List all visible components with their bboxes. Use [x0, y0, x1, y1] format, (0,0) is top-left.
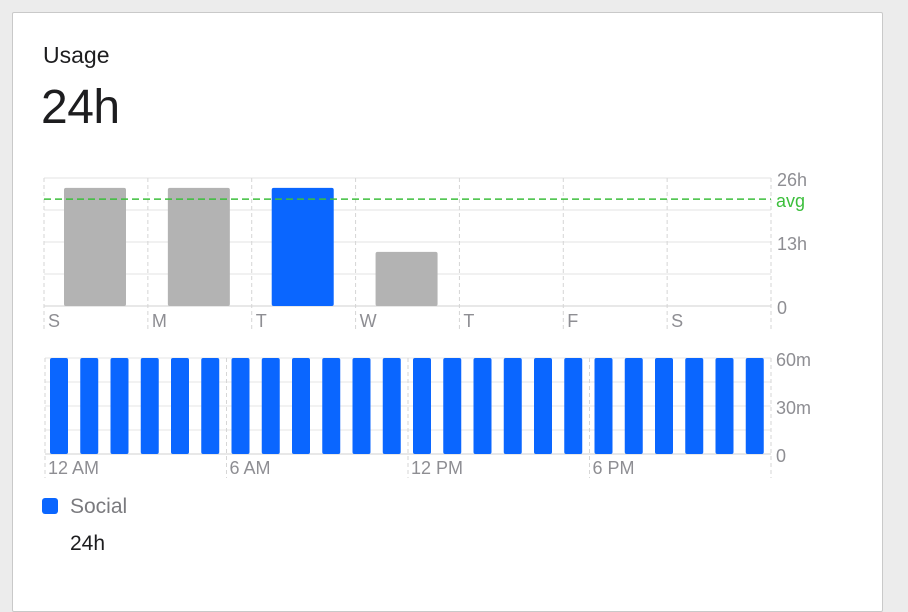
- hourly-bar: [624, 358, 643, 454]
- weekly-y-tick: 26h: [777, 170, 807, 190]
- weekly-day-label: S: [48, 311, 60, 331]
- hourly-bar: [50, 358, 68, 454]
- weekly-day-label: F: [567, 311, 578, 331]
- hourly-bar: [261, 358, 280, 454]
- weekly-bar: [375, 251, 438, 306]
- weekly-day-label: S: [671, 311, 683, 331]
- hourly-bar: [140, 358, 159, 454]
- weekly-day-label: T: [463, 311, 474, 331]
- hourly-bar: [443, 358, 462, 454]
- legend-swatch-social: [42, 498, 58, 514]
- weekly-bar: [167, 187, 230, 306]
- hourly-bar: [564, 358, 583, 454]
- hourly-bar: [352, 358, 371, 454]
- hourly-bar: [322, 358, 341, 454]
- weekly-day-label: T: [256, 311, 267, 331]
- weekly-day-label: M: [152, 311, 167, 331]
- hourly-y-tick: 30m: [776, 398, 811, 418]
- hourly-bar: [292, 358, 310, 454]
- hourly-bar: [685, 358, 704, 454]
- hourly-bar: [110, 358, 129, 454]
- hourly-x-tick: 6 AM: [230, 458, 271, 478]
- hourly-y-tick: 60m: [776, 350, 811, 370]
- weekly-y-tick: 0: [777, 298, 787, 318]
- hourly-bar: [715, 358, 734, 454]
- hourly-y-tick: 0: [776, 446, 786, 466]
- hourly-bar: [473, 358, 492, 454]
- weekly-bar: [64, 187, 126, 306]
- hourly-bar: [201, 358, 220, 454]
- weekly-y-tick: 13h: [777, 234, 807, 254]
- weekly-bar: [271, 187, 334, 306]
- usage-charts: S M T W T F S 26h 13h 0 avg 12 AM 6 AM 12 PM 6 PM 60m 30…: [43, 170, 811, 478]
- hourly-bar: [503, 358, 522, 454]
- legend-label-social: Social: [70, 495, 128, 518]
- hourly-x-tick: 12 PM: [411, 458, 463, 478]
- hourly-bar: [413, 358, 431, 454]
- weekly-average-label: avg: [776, 191, 805, 211]
- hourly-bar: [382, 358, 401, 454]
- hourly-bar: [594, 358, 613, 454]
- hourly-bar: [655, 358, 673, 454]
- weekly-day-label: W: [360, 311, 377, 331]
- hourly-bar: [80, 358, 99, 454]
- hourly-bar: [231, 358, 250, 454]
- hourly-x-tick: 12 AM: [48, 458, 99, 478]
- hourly-bar: [171, 358, 189, 454]
- hourly-bar: [534, 358, 552, 454]
- legend-value-social: 24h: [70, 532, 106, 555]
- hourly-x-tick: 6 PM: [593, 458, 635, 478]
- hourly-bar: [745, 358, 764, 454]
